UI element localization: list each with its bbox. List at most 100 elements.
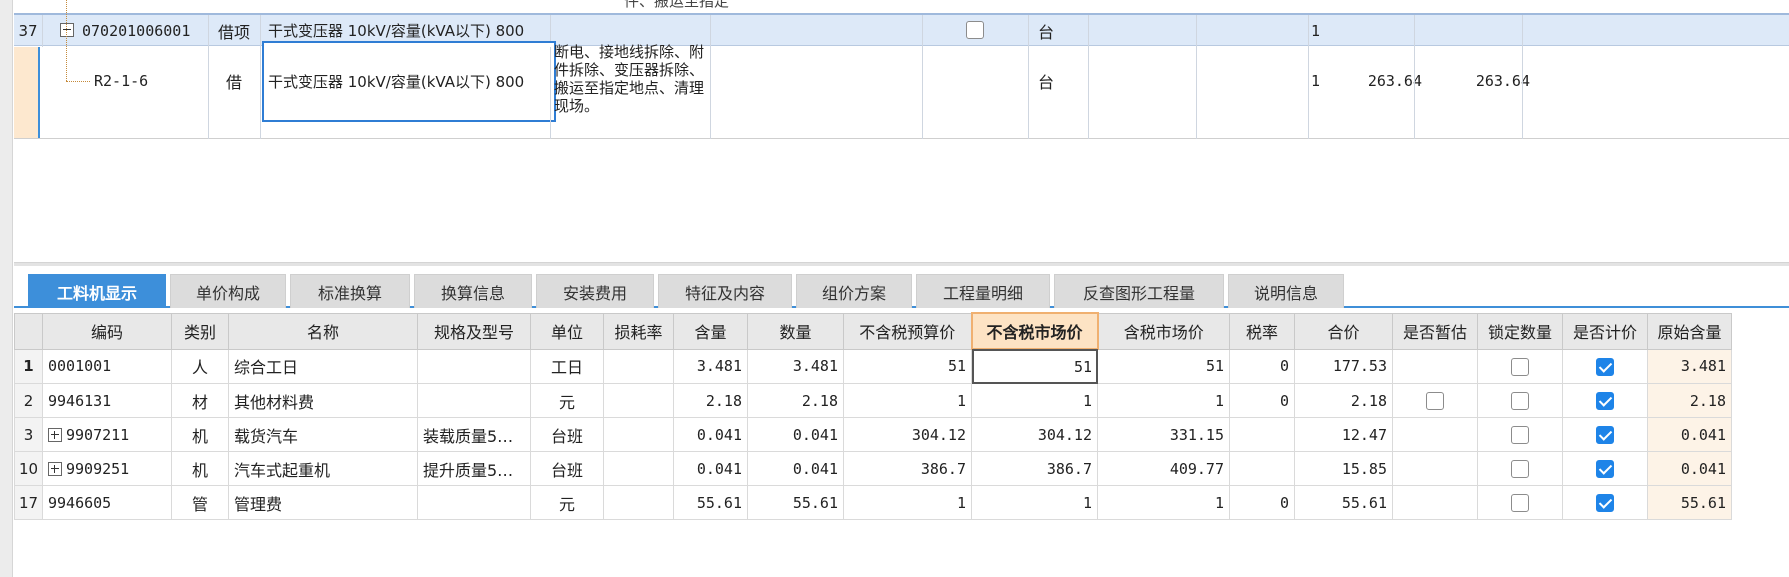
cell-tax-rate[interactable] xyxy=(1229,417,1295,452)
cell-market-price-tax[interactable]: 331.15 xyxy=(1097,417,1230,452)
subitem-name-input[interactable]: 干式变压器 10kV/容量(kVA以下) 800 xyxy=(262,41,556,122)
cell-spec[interactable] xyxy=(417,485,531,520)
tab-pricing-scheme[interactable]: 组价方案 xyxy=(796,274,912,308)
cell-market-price[interactable]: 1 xyxy=(971,485,1098,520)
cell-unit[interactable]: 元 xyxy=(530,485,604,520)
col-header[interactable]: 含量 xyxy=(673,312,748,350)
cell-market-price-tax[interactable]: 1 xyxy=(1097,485,1230,520)
cell-unit[interactable]: 台班 xyxy=(530,451,604,486)
cell-budget-price[interactable]: 304.12 xyxy=(843,417,972,452)
cell-content[interactable]: 0.041 xyxy=(673,417,748,452)
tab-installation-fee[interactable]: 安装费用 xyxy=(536,274,654,308)
cell-code[interactable]: 9907211 xyxy=(42,417,172,452)
cell-unit[interactable]: 工日 xyxy=(530,348,604,384)
cell-quantity[interactable]: 3.481 xyxy=(747,348,844,384)
cell-tax-rate[interactable]: 0 xyxy=(1229,485,1295,520)
cell-loss-rate[interactable] xyxy=(603,383,674,418)
cell-loss-rate[interactable] xyxy=(603,485,674,520)
cell-name[interactable]: 综合工日 xyxy=(228,348,418,384)
cell-content[interactable]: 2.18 xyxy=(673,383,748,418)
is-priced-checkbox[interactable] xyxy=(1596,460,1614,479)
cell-category[interactable]: 机 xyxy=(171,451,229,486)
cell-market-price-tax[interactable]: 51 xyxy=(1097,348,1230,384)
table-row[interactable]: 1 0001001 人 综合工日 工日 3.481 3.481 51 51 51… xyxy=(14,348,1732,384)
cell-code[interactable]: 9946131 xyxy=(42,383,172,418)
item-checkbox[interactable] xyxy=(966,21,984,39)
cell-code[interactable]: 9946605 xyxy=(42,485,172,520)
cell-lock-qty[interactable] xyxy=(1477,451,1563,486)
cell-spec[interactable]: 提升质量5… xyxy=(417,451,531,486)
col-header[interactable]: 单位 xyxy=(530,312,604,350)
col-header[interactable]: 编码 xyxy=(42,312,172,350)
table-row[interactable]: 17 9946605 管 管理费 元 55.61 55.61 1 1 1 0 5… xyxy=(14,485,1732,520)
tab-unit-price-composition[interactable]: 单价构成 xyxy=(170,274,286,308)
cell-market-price[interactable]: 304.12 xyxy=(971,417,1098,452)
col-header[interactable]: 类别 xyxy=(171,312,229,350)
cell-lock-qty[interactable] xyxy=(1477,348,1563,384)
cell-spec[interactable] xyxy=(417,348,531,384)
lock-qty-checkbox[interactable] xyxy=(1511,426,1529,445)
cell-tax-rate[interactable]: 0 xyxy=(1229,348,1295,384)
cell-content[interactable]: 0.041 xyxy=(673,451,748,486)
cell-budget-price[interactable]: 386.7 xyxy=(843,451,972,486)
tab-conversion-info[interactable]: 换算信息 xyxy=(414,274,532,308)
expand-icon[interactable] xyxy=(48,428,62,442)
cell-content[interactable]: 55.61 xyxy=(673,485,748,520)
cell-unit[interactable]: 元 xyxy=(530,383,604,418)
cell-spec[interactable] xyxy=(417,383,531,418)
col-header[interactable]: 是否计价 xyxy=(1562,312,1648,350)
cell-loss-rate[interactable] xyxy=(603,348,674,384)
cell-content[interactable]: 3.481 xyxy=(673,348,748,384)
cell-spec[interactable]: 装载质量5… xyxy=(417,417,531,452)
cell-market-price-tax[interactable]: 1 xyxy=(1097,383,1230,418)
cell-budget-price[interactable]: 51 xyxy=(843,348,972,384)
tab-description-info[interactable]: 说明信息 xyxy=(1228,274,1344,308)
col-header[interactable]: 损耗率 xyxy=(603,312,674,350)
table-row[interactable]: 10 9909251 机 汽车式起重机 提升质量5… 台班 0.041 0.04… xyxy=(14,451,1732,486)
cell-quantity[interactable]: 2.18 xyxy=(747,383,844,418)
is-priced-checkbox[interactable] xyxy=(1596,426,1614,445)
col-header[interactable]: 规格及型号 xyxy=(417,312,531,350)
lock-qty-checkbox[interactable] xyxy=(1511,494,1529,513)
cell-tax-rate[interactable]: 0 xyxy=(1229,383,1295,418)
cell-name[interactable]: 载货汽车 xyxy=(228,417,418,452)
cell-is-priced[interactable] xyxy=(1562,383,1648,418)
cell-market-price-selected[interactable]: 51 xyxy=(971,348,1098,384)
col-header[interactable]: 不含税预算价 xyxy=(843,312,972,350)
cell-budget-price[interactable]: 1 xyxy=(843,383,972,418)
col-header[interactable]: 合价 xyxy=(1294,312,1393,350)
cell-category[interactable]: 管 xyxy=(171,485,229,520)
cell-quantity[interactable]: 0.041 xyxy=(747,451,844,486)
cell-provisional[interactable] xyxy=(1392,383,1478,418)
cell-name[interactable]: 管理费 xyxy=(228,485,418,520)
col-header[interactable]: 是否暂估 xyxy=(1392,312,1478,350)
col-header[interactable]: 含税市场价 xyxy=(1097,312,1230,350)
col-header[interactable]: 数量 xyxy=(747,312,844,350)
cell-lock-qty[interactable] xyxy=(1477,417,1563,452)
is-priced-checkbox[interactable] xyxy=(1596,494,1614,513)
cell-name[interactable]: 汽车式起重机 xyxy=(228,451,418,486)
cell-category[interactable]: 材 xyxy=(171,383,229,418)
table-row[interactable]: 3 9907211 机 载货汽车 装载质量5… 台班 0.041 0.041 3… xyxy=(14,417,1732,452)
cell-is-priced[interactable] xyxy=(1562,485,1648,520)
expand-icon[interactable] xyxy=(48,462,62,476)
col-header[interactable]: 原始含量 xyxy=(1647,312,1732,350)
cell-quantity[interactable]: 0.041 xyxy=(747,417,844,452)
tab-features-content[interactable]: 特征及内容 xyxy=(658,274,792,308)
cell-category[interactable]: 人 xyxy=(171,348,229,384)
col-header[interactable]: 名称 xyxy=(228,312,418,350)
lock-qty-checkbox[interactable] xyxy=(1511,392,1529,411)
cell-category[interactable]: 机 xyxy=(171,417,229,452)
provisional-checkbox[interactable] xyxy=(1426,392,1444,411)
lock-qty-checkbox[interactable] xyxy=(1511,460,1529,479)
cell-loss-rate[interactable] xyxy=(603,451,674,486)
table-row[interactable]: 2 9946131 材 其他材料费 元 2.18 2.18 1 1 1 0 2.… xyxy=(14,383,1732,418)
col-header[interactable]: 锁定数量 xyxy=(1477,312,1563,350)
col-header[interactable]: 税率 xyxy=(1229,312,1295,350)
cell-market-price[interactable]: 1 xyxy=(971,383,1098,418)
cell-tax-rate[interactable] xyxy=(1229,451,1295,486)
cell-code[interactable]: 9909251 xyxy=(42,451,172,486)
cell-market-price-tax[interactable]: 409.77 xyxy=(1097,451,1230,486)
tab-reverse-graphic-quantity[interactable]: 反查图形工程量 xyxy=(1054,274,1224,308)
tab-standard-conversion[interactable]: 标准换算 xyxy=(290,274,410,308)
